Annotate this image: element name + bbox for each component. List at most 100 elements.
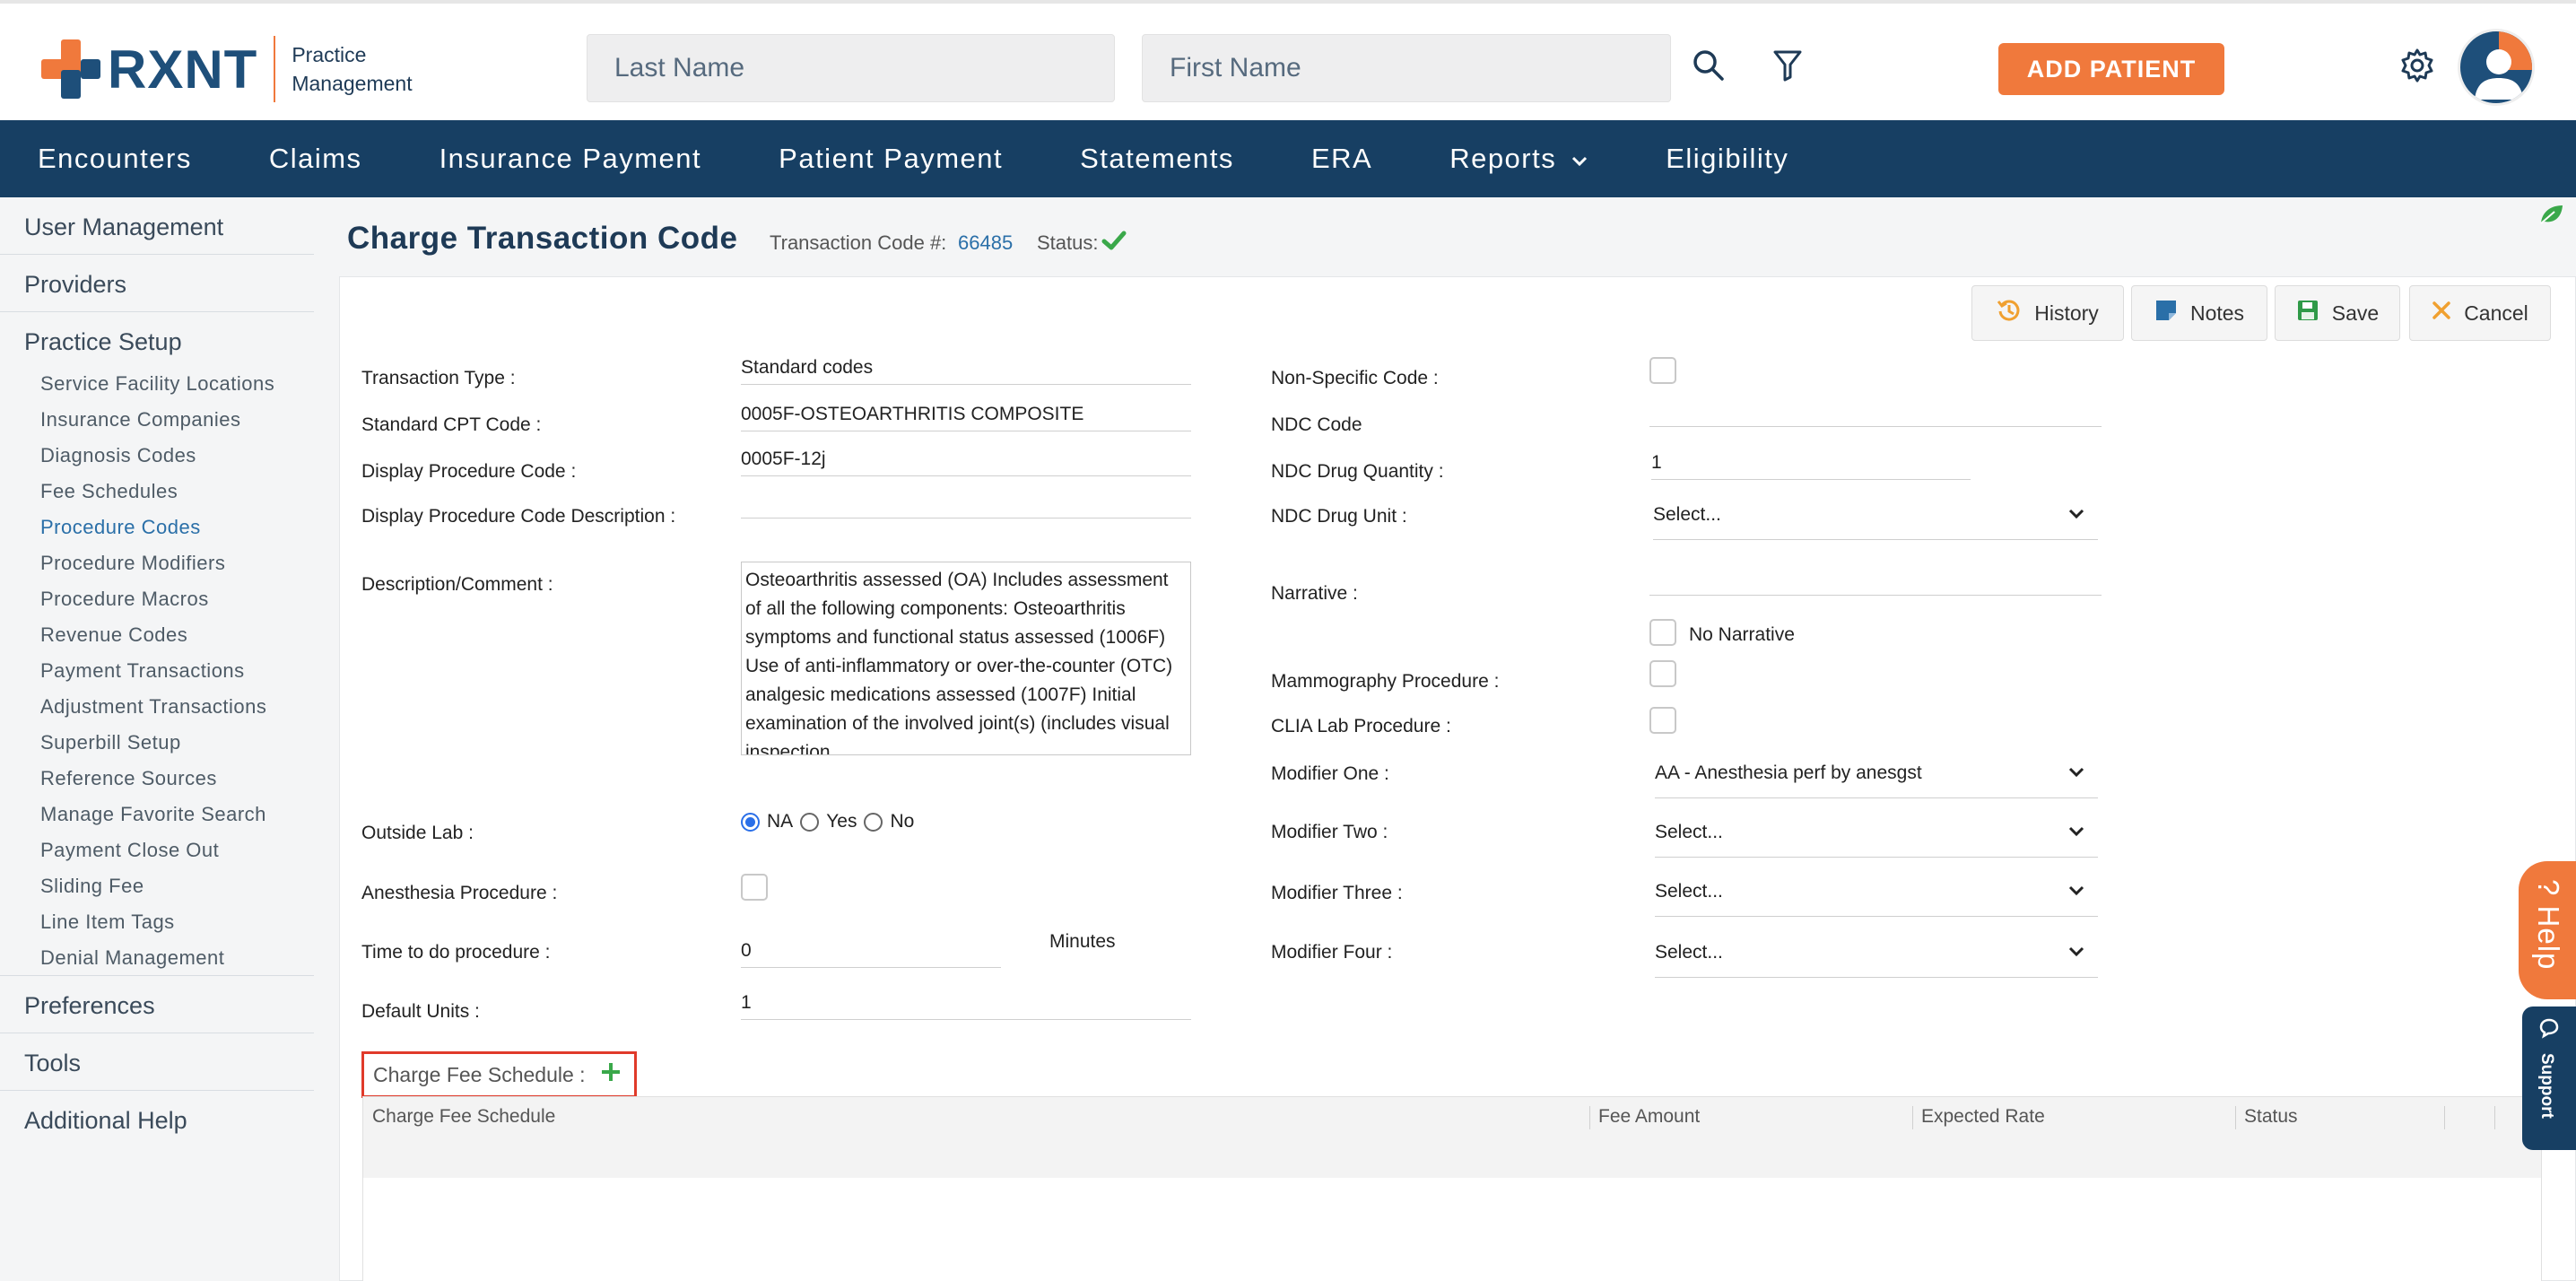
nav-eligibility[interactable]: Eligibility (1666, 143, 1788, 175)
modifier-one-label: Modifier One : (1271, 763, 1389, 784)
notes-button[interactable]: Notes (2131, 285, 2267, 341)
sidebar-item-service-facility-locations[interactable]: Service Facility Locations (0, 366, 319, 402)
sidebar-item-payment-transactions[interactable]: Payment Transactions (0, 653, 319, 689)
sidebar-item-procedure-macros[interactable]: Procedure Macros (0, 581, 319, 617)
history-button[interactable]: History (1971, 285, 2124, 341)
chevron-down-icon (2067, 881, 2085, 902)
outside-lab-yes-label: Yes (826, 811, 857, 832)
sidebar-practice-setup[interactable]: Practice Setup (0, 312, 314, 370)
sidebar-item-superbill-setup[interactable]: Superbill Setup (0, 725, 319, 761)
transaction-code-label: Transaction Code #: (770, 231, 947, 254)
sidebar-preferences[interactable]: Preferences (0, 976, 314, 1033)
sidebar-item-manage-favorite-search[interactable]: Manage Favorite Search (0, 797, 319, 832)
non-specific-code-label: Non-Specific Code : (1271, 368, 1439, 388)
ndc-drug-quantity-input[interactable]: 1 (1651, 452, 1971, 480)
anesthesia-procedure-checkbox[interactable] (741, 874, 768, 901)
modifier-one-value: AA - Anesthesia perf by anesgst (1655, 762, 1922, 783)
sidebar-item-payment-close-out[interactable]: Payment Close Out (0, 832, 319, 868)
last-name-input[interactable] (587, 34, 1115, 102)
sidebar-item-adjustment-transactions[interactable]: Adjustment Transactions (0, 689, 319, 725)
sidebar-item-fee-schedules[interactable]: Fee Schedules (0, 474, 319, 510)
add-fee-schedule-plus-icon[interactable] (600, 1061, 622, 1088)
description-textarea[interactable]: Osteoarthritis assessed (OA) Includes as… (741, 562, 1191, 755)
sidebar-item-revenue-codes[interactable]: Revenue Codes (0, 617, 319, 653)
mammography-procedure-checkbox[interactable] (1649, 660, 1676, 687)
transaction-type-value[interactable]: Standard codes (741, 357, 1191, 385)
nav-patient-payment[interactable]: Patient Payment (779, 143, 1003, 175)
rxnt-logo[interactable]: RXNT Practice Management (41, 36, 413, 102)
sidebar-tools[interactable]: Tools (0, 1033, 314, 1091)
col-charge-fee-schedule[interactable]: Charge Fee Schedule (372, 1106, 555, 1128)
first-name-input[interactable] (1142, 34, 1671, 102)
time-to-do-label: Time to do procedure : (361, 942, 551, 963)
display-procedure-code-label: Display Procedure Code : (361, 461, 577, 482)
time-to-do-input[interactable]: 0 (741, 940, 1001, 968)
logo-brand-text: RXNT (108, 39, 258, 100)
col-fee-amount[interactable]: Fee Amount (1598, 1106, 1700, 1128)
cancel-button[interactable]: Cancel (2409, 285, 2551, 341)
modifier-two-select[interactable]: Select... (1655, 822, 2098, 858)
modifier-three-select[interactable]: Select... (1655, 881, 2098, 917)
transaction-code-value: 66485 (958, 231, 1014, 254)
standard-cpt-value[interactable]: 0005F-OSTEOARTHRITIS COMPOSITE (741, 404, 1191, 431)
ndc-drug-quantity-label: NDC Drug Quantity : (1271, 461, 1444, 482)
sidebar-providers[interactable]: Providers (0, 255, 314, 312)
default-units-input[interactable]: 1 (741, 992, 1191, 1020)
add-patient-button[interactable]: ADD PATIENT (1998, 43, 2224, 95)
user-avatar[interactable] (2458, 29, 2535, 106)
sidebar-item-line-item-tags[interactable]: Line Item Tags (0, 904, 319, 940)
modifier-one-select[interactable]: AA - Anesthesia perf by anesgst (1655, 762, 2098, 798)
clia-lab-procedure-checkbox[interactable] (1649, 707, 1676, 734)
logo-divider (274, 36, 276, 102)
modifier-two-label: Modifier Two : (1271, 822, 1388, 842)
nav-claims[interactable]: Claims (269, 143, 362, 175)
sidebar-additional-help[interactable]: Additional Help (0, 1091, 314, 1148)
modifier-four-value: Select... (1655, 942, 1723, 963)
chevron-down-icon (1571, 143, 1588, 175)
chat-bubble-icon (2538, 1017, 2560, 1043)
support-tab[interactable]: Support (2522, 1006, 2576, 1150)
modifier-four-select[interactable]: Select... (1655, 942, 2098, 978)
column-divider (2444, 1106, 2445, 1129)
nav-insurance-payment[interactable]: Insurance Payment (439, 143, 702, 175)
sidebar-item-reference-sources[interactable]: Reference Sources (0, 761, 319, 797)
nav-statements[interactable]: Statements (1080, 143, 1234, 175)
narrative-input[interactable] (1649, 572, 2102, 596)
clia-lab-procedure-label: CLIA Lab Procedure : (1271, 716, 1451, 736)
col-status[interactable]: Status (2244, 1106, 2298, 1128)
logo-product-name: Practice Management (292, 40, 412, 98)
chevron-down-icon (2067, 504, 2085, 526)
ndc-drug-unit-select[interactable]: Select... (1653, 504, 2098, 540)
leaf-icon[interactable] (2538, 203, 2565, 231)
ndc-drug-unit-label: NDC Drug Unit : (1271, 506, 1407, 527)
col-expected-rate[interactable]: Expected Rate (1921, 1106, 2045, 1128)
outside-lab-na-radio[interactable] (741, 812, 760, 832)
no-narrative-checkbox[interactable] (1649, 619, 1676, 646)
ndc-code-input[interactable] (1649, 404, 2102, 427)
help-tab[interactable]: ? Help (2519, 861, 2576, 999)
sidebar-item-denial-management[interactable]: Denial Management (0, 940, 314, 976)
gear-icon[interactable] (2395, 43, 2440, 88)
sidebar-item-procedure-modifiers[interactable]: Procedure Modifiers (0, 545, 319, 581)
filter-icon[interactable] (1765, 43, 1810, 88)
non-specific-code-checkbox[interactable] (1649, 357, 1676, 384)
nav-reports[interactable]: Reports (1449, 143, 1588, 175)
sidebar-item-sliding-fee[interactable]: Sliding Fee (0, 868, 319, 904)
sidebar-item-diagnosis-codes[interactable]: Diagnosis Codes (0, 438, 319, 474)
sidebar-item-insurance-companies[interactable]: Insurance Companies (0, 402, 319, 438)
nav-encounters[interactable]: Encounters (38, 143, 192, 175)
logo-product-line1: Practice (292, 43, 367, 66)
sidebar-item-procedure-codes[interactable]: Procedure Codes (0, 510, 319, 545)
fee-schedule-grid-header: Charge Fee Schedule Fee Amount Expected … (362, 1096, 2542, 1179)
outside-lab-yes-radio[interactable] (800, 812, 820, 832)
modifier-two-value: Select... (1655, 822, 1723, 842)
outside-lab-no-radio[interactable] (864, 812, 883, 832)
notes-label: Notes (2189, 301, 2245, 325)
nav-era[interactable]: ERA (1311, 143, 1372, 175)
search-icon[interactable] (1686, 43, 1731, 88)
outside-lab-no-label: No (890, 811, 915, 832)
display-procedure-code-input[interactable]: 0005F-12j (741, 449, 1191, 476)
sidebar-user-management[interactable]: User Management (0, 197, 314, 255)
save-button[interactable]: Save (2275, 285, 2400, 341)
display-procedure-desc-input[interactable] (741, 495, 1191, 518)
